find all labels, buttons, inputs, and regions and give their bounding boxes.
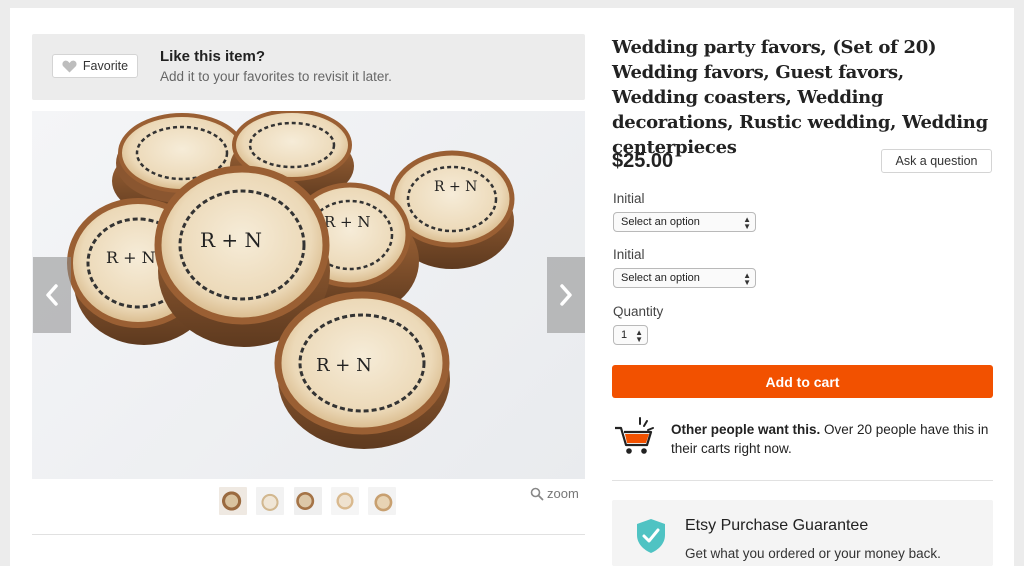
guarantee-subtitle: Get what you ordered or your money back. bbox=[685, 546, 941, 561]
heart-icon bbox=[62, 60, 77, 73]
section-divider bbox=[32, 534, 585, 535]
initial-select-1[interactable]: Select an option ▲ ▼ bbox=[613, 212, 756, 232]
thumbnail-2[interactable] bbox=[256, 487, 284, 515]
option-label-initial-2: Initial bbox=[613, 247, 645, 262]
thumbnail-3[interactable] bbox=[294, 487, 322, 515]
product-price: $25.00 bbox=[612, 150, 674, 172]
thumbnail-5[interactable] bbox=[368, 487, 396, 515]
favorite-subtitle: Add it to your favorites to revisit it l… bbox=[160, 69, 392, 84]
cart-icon bbox=[615, 417, 654, 454]
add-to-cart-button[interactable]: Add to cart bbox=[612, 365, 993, 398]
quantity-value: 1 bbox=[621, 329, 628, 341]
monogram-text: R + N bbox=[106, 248, 156, 267]
wood-slices-illustration: R + N R + N R + N R + N R + N bbox=[67, 111, 515, 449]
select-arrows-icon: ▲ ▼ bbox=[743, 271, 751, 287]
favorite-button-label: Favorite bbox=[82, 59, 129, 73]
monogram-text: R + N bbox=[200, 228, 262, 252]
option-label-initial-1: Initial bbox=[613, 191, 645, 206]
zoom-label: zoom bbox=[547, 486, 579, 501]
ask-question-button[interactable]: Ask a question bbox=[881, 149, 992, 173]
gallery-prev-button[interactable] bbox=[33, 257, 71, 333]
product-main-image[interactable]: R + N R + N R + N R + N R + N bbox=[32, 111, 585, 479]
zoom-button[interactable]: zoom bbox=[530, 486, 579, 501]
monogram-text: R + N bbox=[316, 355, 372, 376]
monogram-text: R + N bbox=[434, 179, 477, 195]
quantity-label: Quantity bbox=[613, 304, 664, 319]
favorite-title: Like this item? bbox=[160, 48, 266, 65]
guarantee-title: Etsy Purchase Guarantee bbox=[685, 517, 869, 534]
select-value: Select an option bbox=[621, 272, 700, 284]
select-arrows-icon: ▲ ▼ bbox=[743, 215, 751, 231]
shield-check-icon bbox=[637, 519, 665, 553]
gallery-next-button[interactable] bbox=[547, 257, 585, 333]
initial-select-2[interactable]: Select an option ▲ ▼ bbox=[613, 268, 756, 288]
section-divider bbox=[612, 480, 993, 481]
cart-demand-message: Other people want this. Over 20 people h… bbox=[671, 420, 991, 458]
chevron-right-icon bbox=[560, 284, 572, 306]
magnifier-icon bbox=[530, 487, 544, 500]
thumbnail-4[interactable] bbox=[331, 487, 359, 515]
select-value: Select an option bbox=[621, 216, 700, 228]
monogram-text: R + N bbox=[324, 213, 371, 231]
demand-bold: Other people want this. bbox=[671, 422, 821, 437]
favorite-button[interactable]: Favorite bbox=[52, 54, 138, 78]
quantity-select[interactable]: 1 ▲ ▼ bbox=[613, 325, 648, 345]
chevron-left-icon bbox=[46, 284, 58, 306]
thumbnail-1[interactable] bbox=[219, 487, 247, 515]
select-arrows-icon: ▲ ▼ bbox=[635, 328, 643, 344]
product-title: Wedding party favors, (Set of 20) Weddin… bbox=[612, 37, 988, 158]
